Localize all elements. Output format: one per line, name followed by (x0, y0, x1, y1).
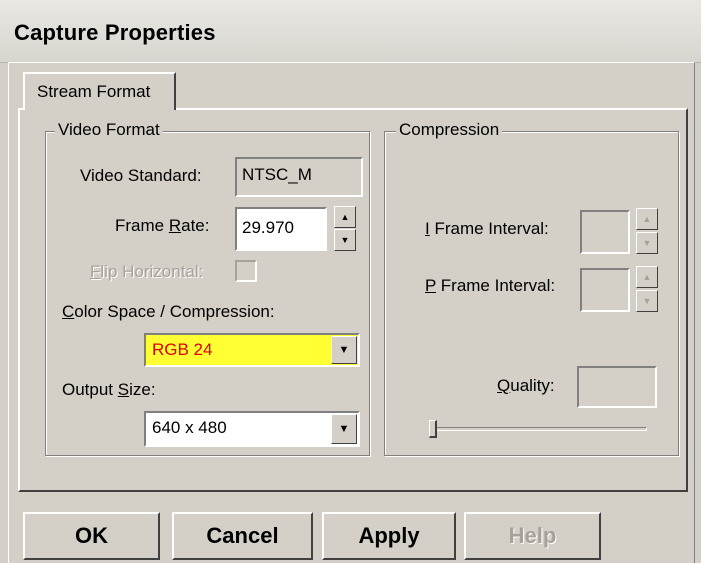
i-frame-interval-input[interactable] (580, 210, 630, 254)
cancel-button[interactable]: Cancel (172, 512, 313, 560)
quality-slider-thumb[interactable] (429, 420, 437, 438)
flip-horizontal-checkbox[interactable] (235, 260, 257, 282)
help-button[interactable]: Help (464, 512, 601, 560)
p-frame-interval-label: P Frame Interval: (425, 276, 556, 295)
frame-rate-input[interactable]: 29.970 (235, 207, 327, 251)
arrow-down-icon: ▼ (642, 295, 652, 306)
output-size-dropdown-button[interactable]: ▼ (331, 414, 357, 444)
frame-rate-down-button[interactable]: ▼ (334, 229, 356, 251)
quality-slider-track[interactable] (432, 427, 647, 431)
color-space-label: Color Space / Compression: (62, 302, 275, 321)
compression-group-label: Compression (396, 120, 503, 140)
frame-rate-label: Frame Rate: (115, 216, 210, 235)
i-frame-up-button[interactable]: ▲ (636, 208, 658, 230)
p-frame-down-button[interactable]: ▼ (636, 290, 658, 312)
color-space-dropdown-button[interactable]: ▼ (331, 336, 357, 364)
video-format-group-label: Video Format (55, 120, 163, 140)
tab-stream-format[interactable]: Stream Format (23, 72, 176, 110)
i-frame-interval-label: I Frame Interval: (425, 219, 549, 238)
ok-button[interactable]: OK (23, 512, 160, 560)
arrow-up-icon: ▲ (340, 211, 350, 222)
frame-rate-value: 29.970 (242, 218, 294, 237)
frame-rate-up-button[interactable]: ▲ (334, 206, 356, 228)
output-size-select[interactable]: 640 x 480 ▼ (144, 411, 360, 447)
i-frame-down-button[interactable]: ▼ (636, 232, 658, 254)
title-bar[interactable]: Capture Properties (0, 0, 701, 63)
video-standard-value: NTSC_M (242, 165, 312, 184)
quality-input[interactable] (577, 366, 657, 408)
window-title: Capture Properties (14, 20, 216, 45)
arrow-up-icon: ▲ (642, 271, 652, 282)
tab-stream-format-label: Stream Format (37, 82, 151, 101)
video-standard-label: Video Standard: (80, 166, 202, 185)
apply-button[interactable]: Apply (322, 512, 456, 560)
output-size-label: Output Size: (62, 380, 156, 399)
arrow-down-icon: ▼ (340, 234, 350, 245)
color-space-value: RGB 24 (152, 340, 213, 359)
flip-horizontal-label: Flip Horizontal: (90, 262, 204, 281)
chevron-down-icon: ▼ (338, 423, 350, 435)
output-size-value: 640 x 480 (152, 418, 227, 437)
video-standard-field: NTSC_M (235, 157, 363, 197)
color-space-select[interactable]: RGB 24 ▼ (144, 333, 360, 367)
chevron-down-icon: ▼ (338, 344, 350, 356)
p-frame-interval-input[interactable] (580, 268, 630, 312)
arrow-up-icon: ▲ (642, 213, 652, 224)
quality-label: Quality: (497, 376, 555, 395)
p-frame-up-button[interactable]: ▲ (636, 266, 658, 288)
arrow-down-icon: ▼ (642, 237, 652, 248)
